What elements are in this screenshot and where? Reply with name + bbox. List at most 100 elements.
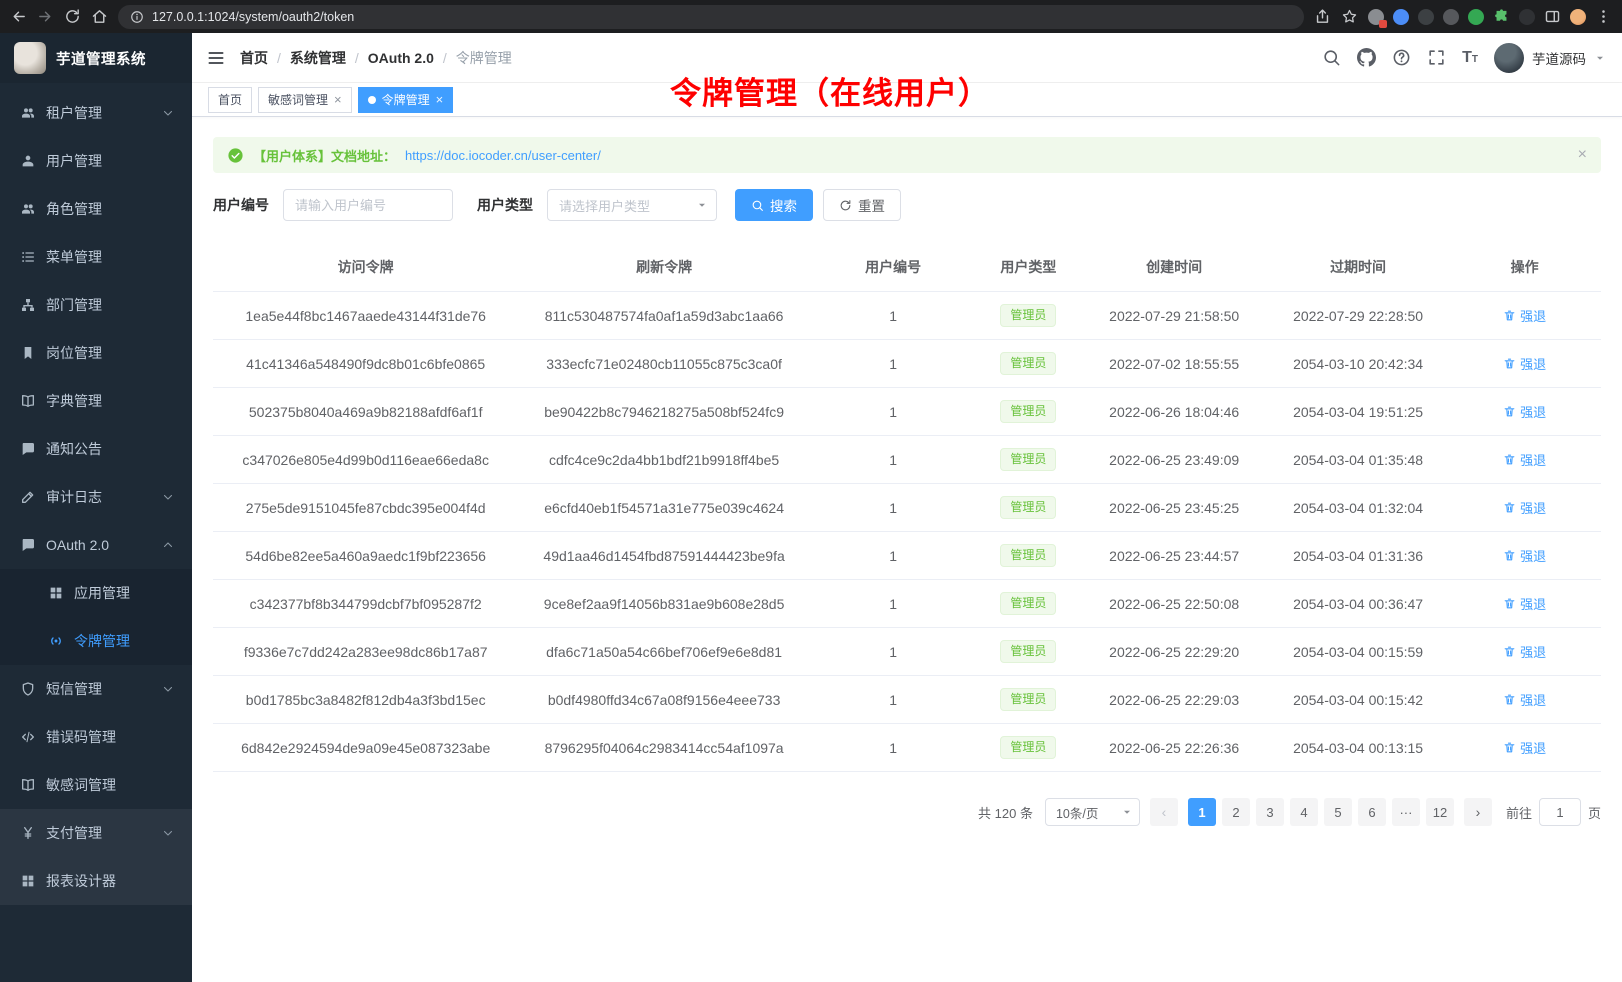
tab-令牌管理[interactable]: 令牌管理× — [358, 87, 454, 113]
page-button-4[interactable]: 4 — [1290, 798, 1318, 826]
fullscreen-icon[interactable] — [1427, 48, 1446, 67]
font-size-icon[interactable]: TT — [1462, 49, 1478, 67]
user-type-select[interactable]: 请选择用户类型 — [547, 189, 717, 221]
browser-home-icon[interactable] — [91, 8, 108, 25]
paw-extension-icon[interactable] — [1519, 9, 1535, 25]
reset-button[interactable]: 重置 — [823, 189, 901, 221]
sidebar-item-10[interactable]: OAuth 2.0 — [0, 521, 192, 569]
sidebar-item-6[interactable]: 岗位管理 — [0, 329, 192, 377]
access-token-cell: 275e5de9151045fe87cbdc395e004f4d — [213, 484, 518, 532]
sidebar-item-13[interactable]: 短信管理 — [0, 665, 192, 713]
puzzle-extension-icon[interactable] — [1493, 8, 1510, 25]
browser-menu-icon[interactable] — [1595, 8, 1612, 25]
dark-extension-icon[interactable] — [1418, 9, 1434, 25]
force-logout-button[interactable]: 强退 — [1503, 690, 1546, 709]
page-button-2[interactable]: 2 — [1222, 798, 1250, 826]
sidebar-item-17[interactable]: 报表设计器 — [0, 857, 192, 905]
sidebar-item-12[interactable]: 令牌管理 — [0, 617, 192, 665]
breadcrumb-item[interactable]: 首页 — [240, 48, 268, 68]
access-token-cell: b0d1785bc3a8482f812db4a3f3bd15ec — [213, 676, 518, 724]
goto-page-input[interactable] — [1539, 798, 1581, 826]
app-logo[interactable]: 芋道管理系统 — [0, 33, 192, 83]
user-type-placeholder: 请选择用户类型 — [559, 196, 696, 215]
green-extension-icon[interactable] — [1468, 9, 1484, 25]
force-logout-button[interactable]: 强退 — [1503, 546, 1546, 565]
sidebar-item-15[interactable]: 敏感词管理 — [0, 761, 192, 809]
pagination-pages: 123456···12 — [1188, 798, 1454, 826]
sidebar-item-2[interactable]: 用户管理 — [0, 137, 192, 185]
created-time-cell: 2022-07-02 18:55:55 — [1080, 340, 1267, 388]
alert-doc-link[interactable]: https://doc.iocoder.cn/user-center/ — [405, 148, 601, 163]
user-type-tag: 管理员 — [1000, 688, 1056, 710]
share-icon[interactable] — [1314, 8, 1331, 25]
refresh-token-cell: 811c530487574fa0af1a59d3abc1aa66 — [518, 292, 809, 340]
blue-extension-icon[interactable] — [1393, 9, 1409, 25]
force-logout-button[interactable]: 强退 — [1503, 498, 1546, 517]
active-tab-dot — [368, 96, 376, 104]
breadcrumb-item[interactable]: 系统管理 — [290, 48, 346, 68]
page-button-3[interactable]: 3 — [1256, 798, 1284, 826]
browser-profile-avatar[interactable] — [1570, 9, 1586, 25]
force-logout-button[interactable]: 强退 — [1503, 642, 1546, 661]
tab-敏感词管理[interactable]: 敏感词管理× — [258, 87, 352, 113]
force-logout-button[interactable]: 强退 — [1503, 738, 1546, 757]
site-info-icon[interactable] — [130, 10, 144, 24]
bookmark-star-icon[interactable] — [1341, 8, 1358, 25]
sidebar-item-9[interactable]: 审计日志 — [0, 473, 192, 521]
report-designer-icon — [20, 873, 36, 889]
sidebar-item-7[interactable]: 字典管理 — [0, 377, 192, 425]
address-bar[interactable]: 127.0.0.1:1024/system/oauth2/token — [118, 5, 1304, 29]
user-id-input[interactable] — [283, 189, 453, 221]
sidebar-item-4[interactable]: 菜单管理 — [0, 233, 192, 281]
help-icon[interactable] — [1392, 48, 1411, 67]
search-button[interactable]: 搜索 — [735, 189, 813, 221]
sidebar-collapse-icon[interactable] — [206, 48, 226, 68]
refresh-token-cell: b0df4980ffd34c67a08f9156e4eee733 — [518, 676, 809, 724]
table-row: 275e5de9151045fe87cbdc395e004f4de6cfd40e… — [213, 484, 1601, 532]
prev-page-button[interactable]: ‹ — [1150, 798, 1178, 826]
browser-back-icon[interactable] — [10, 8, 27, 25]
trash-icon — [1503, 453, 1516, 466]
force-logout-button[interactable]: 强退 — [1503, 306, 1546, 325]
side-panel-icon[interactable] — [1544, 8, 1561, 25]
browser-reload-icon[interactable] — [64, 8, 81, 25]
user-id-cell: 1 — [810, 628, 977, 676]
search-icon[interactable] — [1322, 48, 1341, 67]
force-logout-button[interactable]: 强退 — [1503, 354, 1546, 373]
page-button-5[interactable]: 5 — [1324, 798, 1352, 826]
github-icon[interactable] — [1357, 48, 1376, 67]
sidebar-item-14[interactable]: 错误码管理 — [0, 713, 192, 761]
extension-icon[interactable] — [1368, 9, 1384, 25]
tab-close-icon[interactable]: × — [436, 93, 444, 106]
next-page-button[interactable]: › — [1464, 798, 1492, 826]
sidebar-item-5[interactable]: 部门管理 — [0, 281, 192, 329]
browser-forward-icon[interactable] — [37, 8, 54, 25]
sidebar-item-16[interactable]: 支付管理 — [0, 809, 192, 857]
column-header: 创建时间 — [1080, 243, 1267, 292]
created-time-cell: 2022-06-25 23:45:25 — [1080, 484, 1267, 532]
column-header: 用户类型 — [976, 243, 1080, 292]
force-logout-button[interactable]: 强退 — [1503, 402, 1546, 421]
gray-extension-icon[interactable] — [1443, 9, 1459, 25]
sidebar-item-1[interactable]: 租户管理 — [0, 89, 192, 137]
alert-close-icon[interactable]: × — [1578, 147, 1587, 163]
force-logout-button[interactable]: 强退 — [1503, 594, 1546, 613]
breadcrumb-item[interactable]: OAuth 2.0 — [368, 50, 434, 66]
sidebar-item-label: 应用管理 — [74, 583, 174, 603]
sidebar-item-label: 租户管理 — [46, 103, 162, 123]
force-logout-button[interactable]: 强退 — [1503, 450, 1546, 469]
pagination-more-button[interactable]: ··· — [1392, 798, 1420, 826]
page-button-1[interactable]: 1 — [1188, 798, 1216, 826]
page-button-6[interactable]: 6 — [1358, 798, 1386, 826]
user-menu[interactable]: 芋道源码 — [1494, 43, 1606, 73]
sidebar-item-3[interactable]: 角色管理 — [0, 185, 192, 233]
sidebar-item-8[interactable]: 通知公告 — [0, 425, 192, 473]
page-button-12[interactable]: 12 — [1426, 798, 1454, 826]
page-size-select[interactable]: 10条/页 — [1045, 798, 1140, 826]
sidebar-item-label: 短信管理 — [46, 679, 162, 699]
tab-首页[interactable]: 首页 — [208, 87, 252, 113]
user-id-cell: 1 — [810, 484, 977, 532]
tab-label: 首页 — [218, 91, 242, 108]
sidebar-item-11[interactable]: 应用管理 — [0, 569, 192, 617]
tab-close-icon[interactable]: × — [334, 93, 342, 106]
